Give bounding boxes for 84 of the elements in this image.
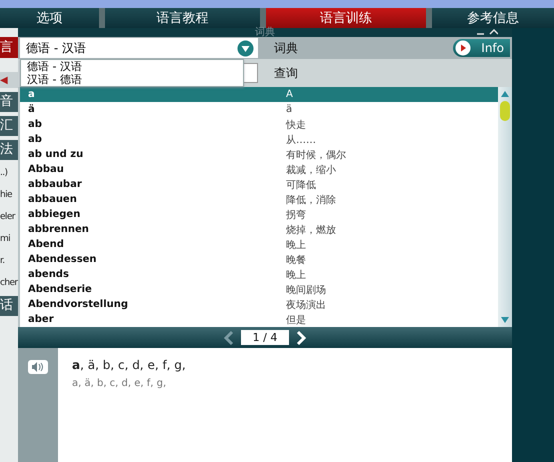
pronunciation-text: a, ä, b, c, d, e, f, g, [72, 378, 168, 389]
entry-row[interactable]: Abendessen 晚餐 [20, 252, 498, 267]
chinese-translation: ä [286, 104, 292, 115]
nav-tab[interactable]: 选项 [0, 8, 99, 28]
scrollbar[interactable] [498, 87, 512, 327]
search-label: 查询 [274, 64, 298, 82]
example-text: a, ä, b, c, d, e, f, g, [72, 358, 187, 372]
sidebar-text: eler [0, 211, 16, 224]
german-word: Abendessen [27, 254, 98, 265]
nav-tab[interactable]: 语言训练 [266, 8, 426, 28]
dropdown-option[interactable]: 德语 - 汉语 [21, 60, 243, 73]
entry-row[interactable]: abends 晚上 [20, 267, 498, 282]
chinese-translation: 可降低 [286, 178, 316, 192]
chinese-translation: 晚餐 [286, 254, 306, 266]
german-word: abbauen [27, 194, 78, 205]
page-indicator: 1 / 4 [240, 330, 290, 345]
german-word: a [27, 89, 36, 100]
german-word: abbaubar [27, 179, 83, 190]
chinese-translation: 从…… [286, 134, 316, 146]
sidebar-text: mi [0, 233, 12, 246]
entry-row[interactable]: a A [20, 87, 498, 102]
chinese-translation: 晚上 [286, 238, 306, 252]
nav-tab[interactable]: 语言教程 [104, 8, 260, 28]
back-button[interactable]: ◀ [0, 72, 18, 88]
dictionary-label: 词典 [274, 40, 298, 56]
window-controls-icon[interactable] [476, 29, 498, 35]
chinese-translation: 拐弯 [286, 208, 306, 222]
entry-row[interactable]: Abendvorstellung 夜场演出 [20, 297, 498, 312]
next-icon[interactable] [295, 330, 308, 346]
chinese-translation: 裁减，缩小 [286, 164, 336, 176]
entry-row[interactable]: ä ä [20, 102, 498, 117]
entry-row[interactable]: ab 从…… [20, 132, 498, 147]
info-button[interactable]: Info [453, 39, 510, 57]
german-word: abends [27, 269, 70, 280]
dropdown-option[interactable]: 汉语 - 德语 [21, 73, 243, 86]
chinese-translation: 夜场演出 [286, 298, 326, 312]
german-word: ab [27, 134, 43, 145]
window-title: 词典 [255, 28, 275, 37]
play-icon [455, 40, 472, 56]
entry-row[interactable]: ab und zu 有时候，偶尔 [20, 147, 498, 162]
german-word: Abendserie [27, 284, 93, 295]
german-word: aber [27, 314, 55, 325]
entry-row[interactable]: abbrennen 烧掉，燃放 [20, 222, 498, 237]
german-word: ab [27, 119, 43, 130]
chinese-translation: 有时候，偶尔 [286, 148, 346, 162]
german-word: Abend [27, 239, 65, 250]
german-word: abbiegen [27, 209, 82, 220]
language-select[interactable]: 德语 - 汉语 [20, 38, 258, 58]
sidebar-text: ..) [0, 167, 8, 180]
nav-tab[interactable]: 参考信息 [432, 8, 554, 28]
sidebar-text: cher [0, 277, 18, 290]
previous-icon[interactable] [222, 330, 235, 346]
chinese-translation: 降低，消除 [286, 194, 336, 206]
chinese-translation: 晚间剧场 [286, 284, 326, 296]
chinese-translation: A [286, 89, 293, 100]
chinese-translation: 晚上 [286, 268, 306, 282]
german-word: abbrennen [27, 224, 90, 235]
entry-row[interactable]: ab 快走 [20, 117, 498, 132]
german-word: ä [27, 104, 36, 115]
speaker-icon[interactable] [28, 360, 48, 374]
sidebar-item[interactable]: 话 [0, 296, 18, 316]
scroll-thumb[interactable] [500, 101, 510, 121]
scroll-down-icon[interactable] [500, 316, 510, 324]
entry-row[interactable]: Abbau 裁减，缩小 [20, 162, 498, 177]
entry-row[interactable]: aber 但是 [20, 312, 498, 327]
dropdown-icon[interactable] [237, 40, 254, 56]
chinese-translation: 但是 [286, 314, 306, 326]
entry-row[interactable]: abbauen 降低，消除 [20, 192, 498, 207]
german-word: Abendvorstellung [27, 299, 130, 310]
chinese-translation: 烧掉，燃放 [286, 224, 336, 236]
entry-row[interactable]: abbiegen 拐弯 [20, 207, 498, 222]
german-word: ab und zu [27, 149, 84, 160]
entry-row[interactable]: abbaubar 可降低 [20, 177, 498, 192]
sidebar-item[interactable]: 音 [0, 92, 18, 112]
entry-row[interactable]: Abend 晚上 [20, 237, 498, 252]
sidebar-tab[interactable]: 言 [0, 37, 18, 58]
scroll-up-icon[interactable] [500, 90, 510, 98]
sidebar-text: r. [0, 255, 6, 268]
german-word: Abbau [27, 164, 65, 175]
chinese-translation: 快走 [286, 118, 306, 132]
sidebar-item[interactable]: 法 [0, 140, 18, 160]
entry-row[interactable]: Abendserie 晚间剧场 [20, 282, 498, 297]
sidebar-item[interactable]: 汇 [0, 116, 18, 136]
sidebar-text: hie [0, 189, 13, 202]
